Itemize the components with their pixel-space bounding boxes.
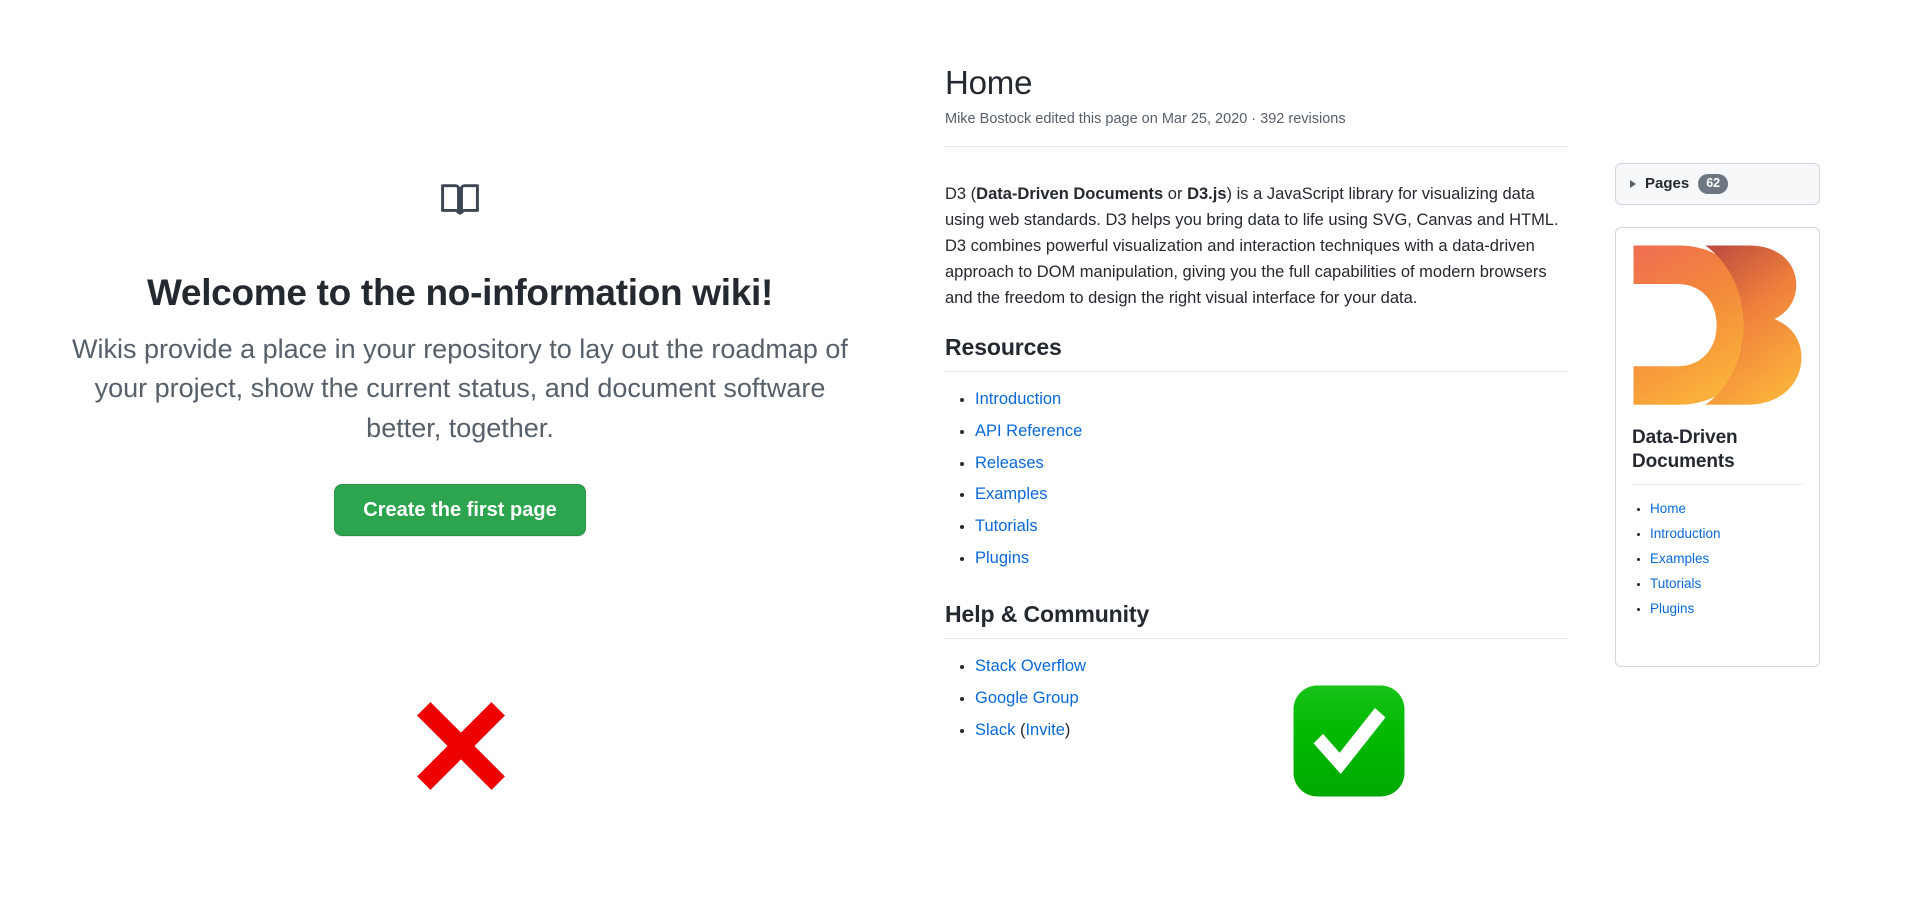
link-plugins[interactable]: Plugins [975, 549, 1029, 567]
cross-mark-icon [400, 685, 522, 807]
sidebar-link-tutorials[interactable]: Tutorials [1650, 576, 1701, 591]
wiki-page-title: Home [945, 64, 1033, 101]
list-item: Tutorials [975, 513, 1565, 540]
section-heading-resources: Resources [945, 333, 1568, 372]
wiki-sidebar: Pages 62 Data-Driven Documents • Home • … [1615, 162, 1820, 667]
list-item: Plugins [1650, 598, 1819, 620]
intro-text-2: or [1163, 184, 1188, 203]
link-introduction[interactable]: Introduction [975, 390, 1061, 408]
slack-invite-open: ( [1015, 720, 1026, 739]
link-stack-overflow[interactable]: Stack Overflow [975, 657, 1086, 675]
link-slack[interactable]: Slack [975, 721, 1015, 739]
populated-wiki-panel: Home Mike Bostock edited this page on Ma… [945, 0, 1820, 772]
list-item: Examples [975, 481, 1565, 508]
link-examples[interactable]: Examples [975, 485, 1047, 503]
check-mark-button-icon [1290, 682, 1408, 800]
sidebar-link-home[interactable]: Home [1650, 501, 1686, 516]
list-item: Introduction [1650, 523, 1819, 545]
link-releases[interactable]: Releases [975, 454, 1044, 472]
pages-count-badge: 62 [1698, 173, 1729, 194]
wiki-page-meta: Mike Bostock edited this page on Mar 25,… [945, 111, 1346, 128]
pages-label: Pages [1645, 175, 1690, 193]
d3-logo [1633, 245, 1802, 405]
header-divider [945, 145, 1568, 147]
list-item: Stack Overflow [975, 653, 1565, 680]
slack-invite-close: ) [1064, 720, 1071, 739]
sidebar-link-examples[interactable]: Examples [1650, 551, 1709, 566]
section-heading-help-community: Help & Community [945, 600, 1568, 639]
page-title: Welcome to the no-information wiki! [146, 272, 774, 313]
list-item: Slack (Invite) [975, 717, 1565, 744]
sidebar-card: Data-Driven Documents Home Introduction … [1615, 226, 1820, 667]
link-slack-invite[interactable]: Invite [1025, 721, 1064, 739]
list-item: Introduction [975, 386, 1565, 413]
triangle-right-icon [1630, 179, 1636, 188]
sidebar-heading: Data-Driven Documents [1632, 426, 1738, 473]
wiki-header: Home Mike Bostock edited this page on Ma… [945, 62, 1820, 161]
sidebar-divider [1632, 484, 1803, 486]
logo-container [1616, 228, 1819, 408]
screenshot-canvas: Welcome to the no-information wiki! Wiki… [0, 0, 1920, 900]
list-item: Google Group [975, 685, 1565, 712]
intro-bold-2: D3.js [1187, 184, 1227, 203]
sidebar-link-list: Home Introduction Examples Tutorials Plu… [1616, 498, 1819, 619]
empty-wiki-panel: Welcome to the no-information wiki! Wiki… [0, 0, 920, 680]
intro-paragraph: D3 (Data-Driven Documents or D3.js) is a… [945, 181, 1565, 311]
pages-toggle[interactable]: Pages 62 [1615, 162, 1820, 205]
link-tutorials[interactable]: Tutorials [975, 517, 1038, 535]
list-item: Examples [1650, 548, 1819, 570]
wiki-content: D3 (Data-Driven Documents or D3.js) is a… [945, 181, 1585, 772]
intro-text-1: D3 ( [945, 184, 977, 203]
list-item: Releases [975, 450, 1565, 477]
link-api-reference[interactable]: API Reference [975, 422, 1082, 440]
create-first-page-button[interactable]: Create the first page [334, 483, 586, 536]
list-item: Plugins [975, 545, 1565, 572]
list-item: API Reference [975, 418, 1565, 445]
sidebar-link-plugins[interactable]: Plugins [1650, 601, 1694, 616]
link-google-group[interactable]: Google Group [975, 689, 1079, 707]
resources-link-list: Introduction API Reference Releases Exam… [945, 386, 1565, 572]
list-item: Tutorials [1650, 573, 1819, 595]
sidebar-link-introduction[interactable]: Introduction [1650, 526, 1721, 541]
intro-bold-1: Data-Driven Documents [976, 184, 1164, 203]
help-community-link-list: Stack Overflow Google Group Slack (Invit… [945, 653, 1565, 744]
list-item: Home [1650, 498, 1819, 520]
open-book-icon [438, 178, 482, 222]
blankslate-description: Wikis provide a place in your repository… [72, 334, 848, 443]
